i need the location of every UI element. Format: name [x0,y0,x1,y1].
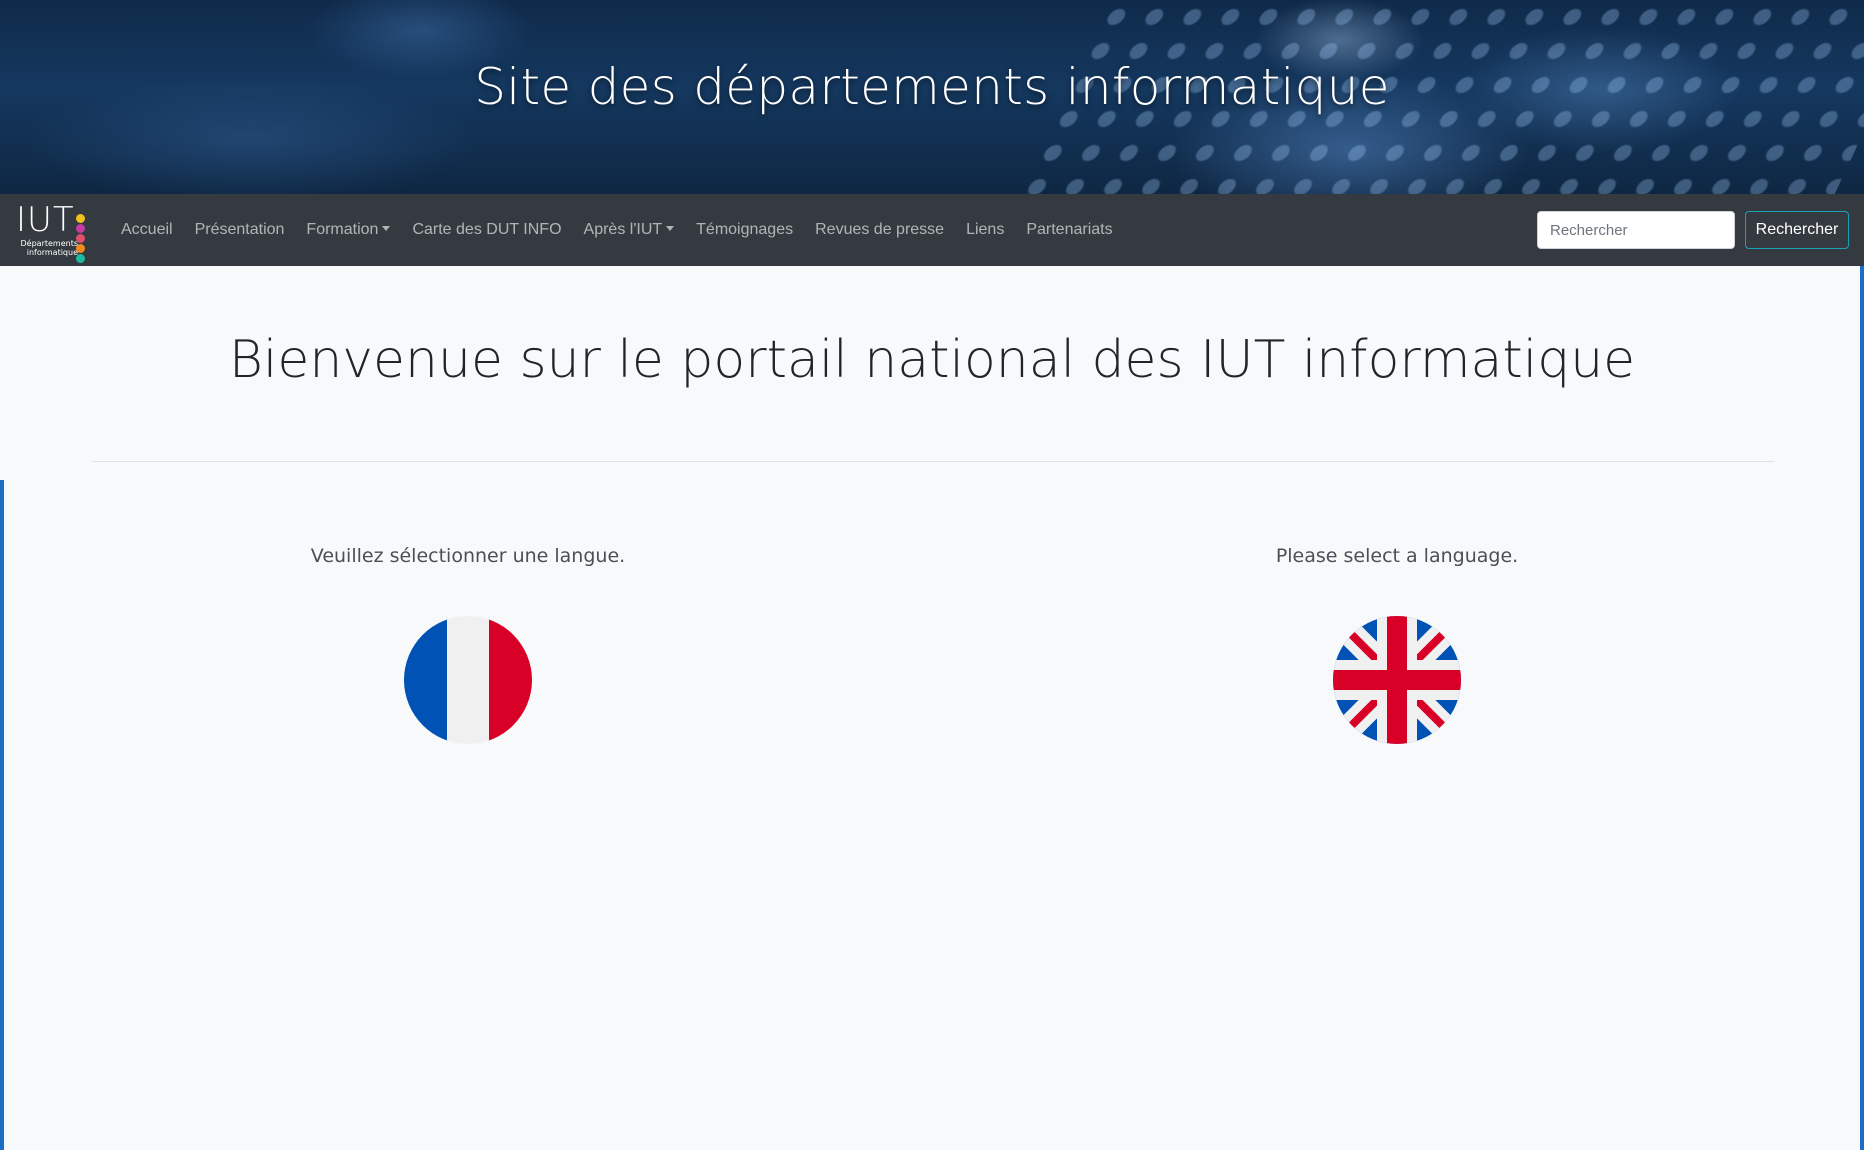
search-input[interactable] [1537,211,1735,249]
logo-dot-icon [76,214,85,223]
english-language-prompt: Please select a language. [1275,545,1519,567]
nav-item-liens[interactable]: Liens [955,221,1015,239]
caret-down-icon [666,226,675,231]
search-button[interactable]: Rechercher [1745,211,1849,249]
nav-item-temoignages[interactable]: Témoignages [685,221,804,239]
nav-menu: Accueil Présentation Formation Carte des… [110,194,1124,266]
nav-item-apres-iut-dropdown[interactable]: Après l'IUT [573,221,686,239]
uk-flag-icon[interactable] [1333,616,1461,744]
logo-dot-icon [76,254,85,263]
nav-item-presentation[interactable]: Présentation [184,221,296,239]
nav-item-partenariats[interactable]: Partenariats [1015,221,1123,239]
logo-dot-icon [76,234,85,243]
divider [92,461,1774,462]
logo-dot-icon [76,244,85,253]
welcome-heading: Bienvenue sur le portail national des IU… [228,330,1636,390]
main-content: Bienvenue sur le portail national des IU… [4,266,1860,1150]
iut-logo[interactable]: IUT Départements informatique [16,200,90,263]
nav-item-carte-dut[interactable]: Carte des DUT INFO [401,221,572,239]
caret-down-icon [382,226,391,231]
nav-item-revues-presse[interactable]: Revues de presse [804,221,955,239]
nav-item-accueil[interactable]: Accueil [110,221,184,239]
french-language-prompt: Veuillez sélectionner une langue. [310,545,626,567]
logo-subtitle-line1: Départements [20,239,79,248]
logo-text: IUT [16,200,75,240]
nav-item-formation-dropdown[interactable]: Formation [295,221,401,239]
france-flag-icon[interactable] [404,616,532,744]
header-banner: Site des départements informatique [0,0,1864,194]
site-title: Site des départements informatique [474,58,1390,116]
logo-subtitle-line2: informatique [26,248,78,257]
logo-dot-icon [76,224,85,233]
